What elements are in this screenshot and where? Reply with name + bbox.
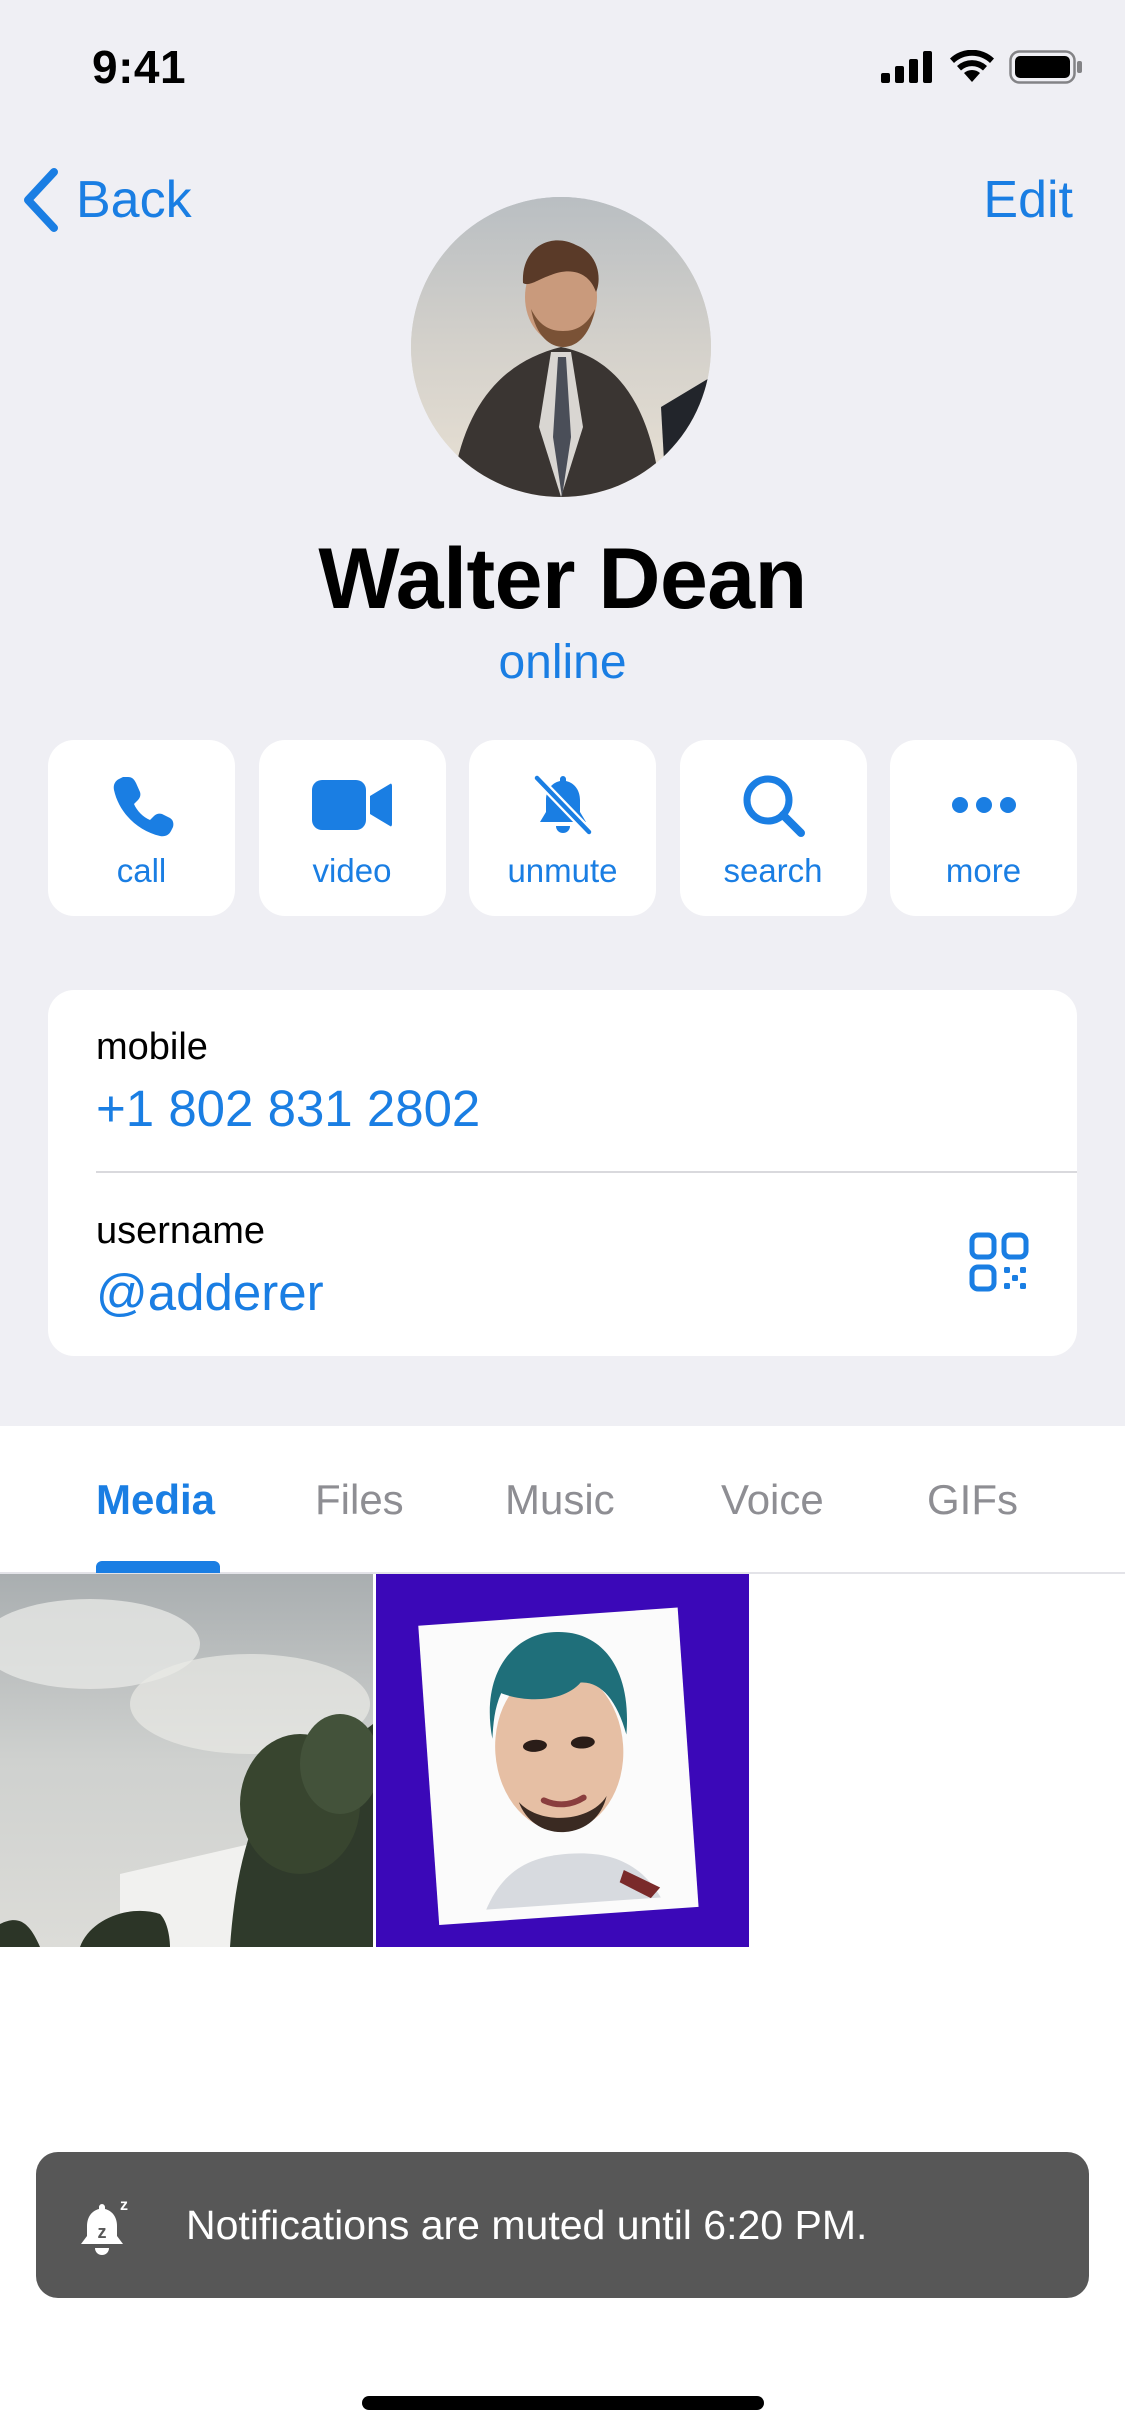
back-label: Back: [76, 171, 192, 229]
tab-gifs[interactable]: GIFs: [927, 1476, 1018, 1524]
cellular-signal-icon: [881, 51, 932, 83]
video-button[interactable]: video: [258, 740, 446, 916]
unmute-label: unmute: [507, 852, 618, 889]
svg-text:z: z: [120, 2197, 128, 2214]
more-button[interactable]: more: [890, 740, 1077, 916]
ellipsis-icon: [951, 797, 1016, 813]
action-bar: call video unmute search more: [48, 740, 1077, 916]
status-icons: [881, 50, 1083, 84]
qr-code-icon[interactable]: [969, 1232, 1029, 1292]
media-tabs: Media Files Music Voice GIFs: [0, 1426, 1125, 1574]
wifi-icon: [950, 50, 994, 82]
edit-button[interactable]: Edit: [983, 160, 1073, 240]
unmute-button[interactable]: unmute: [469, 740, 656, 916]
tab-music[interactable]: Music: [505, 1476, 615, 1524]
username-value[interactable]: @adderer: [96, 1263, 1077, 1322]
tab-media[interactable]: Media: [96, 1476, 215, 1524]
mute-toast[interactable]: z z Notifications are muted until 6:20 P…: [36, 2152, 1089, 2298]
status-bar: 9:41: [0, 0, 1125, 140]
call-button[interactable]: call: [48, 740, 235, 916]
search-button[interactable]: search: [679, 740, 867, 916]
call-label: call: [116, 852, 167, 889]
mobile-label: mobile: [96, 1026, 208, 1068]
media-thumbnail[interactable]: [0, 1574, 373, 1947]
battery-icon: [1009, 50, 1082, 84]
landscape-photo: [0, 1574, 373, 1947]
portrait-illustration: [376, 1574, 749, 1947]
avatar-photo: [411, 197, 711, 497]
username-row[interactable]: username @adderer: [96, 1210, 1077, 1322]
svg-text:z: z: [98, 2222, 107, 2242]
avatar[interactable]: [411, 197, 711, 497]
chevron-left-icon: [24, 168, 58, 232]
username-label: username: [96, 1210, 265, 1252]
profile-status: online: [498, 636, 627, 689]
more-label: more: [945, 852, 1022, 889]
home-indicator[interactable]: [362, 2396, 764, 2410]
tab-files[interactable]: Files: [315, 1476, 404, 1524]
bell-snooze-icon: z z: [81, 2197, 128, 2255]
phone-icon: [113, 777, 173, 837]
profile-name: Walter Dean: [318, 531, 807, 627]
toast-message: Notifications are muted until 6:20 PM.: [186, 2201, 868, 2248]
back-button[interactable]: Back: [22, 160, 192, 240]
mobile-row[interactable]: mobile +1 802 831 2802: [96, 1026, 1077, 1138]
bell-slash-icon: [532, 773, 593, 837]
media-thumbnail[interactable]: [376, 1574, 749, 1947]
tab-voice[interactable]: Voice: [721, 1476, 824, 1524]
mobile-value[interactable]: +1 802 831 2802: [96, 1079, 1077, 1138]
video-label: video: [312, 852, 392, 889]
status-time: 9:41: [92, 41, 187, 93]
active-tab-indicator: [96, 1561, 220, 1573]
search-label: search: [723, 852, 823, 889]
search-icon: [743, 775, 805, 837]
video-camera-icon: [312, 780, 392, 830]
divider: [96, 1171, 1077, 1173]
contact-info-card: mobile +1 802 831 2802 username @adderer: [48, 990, 1077, 1356]
